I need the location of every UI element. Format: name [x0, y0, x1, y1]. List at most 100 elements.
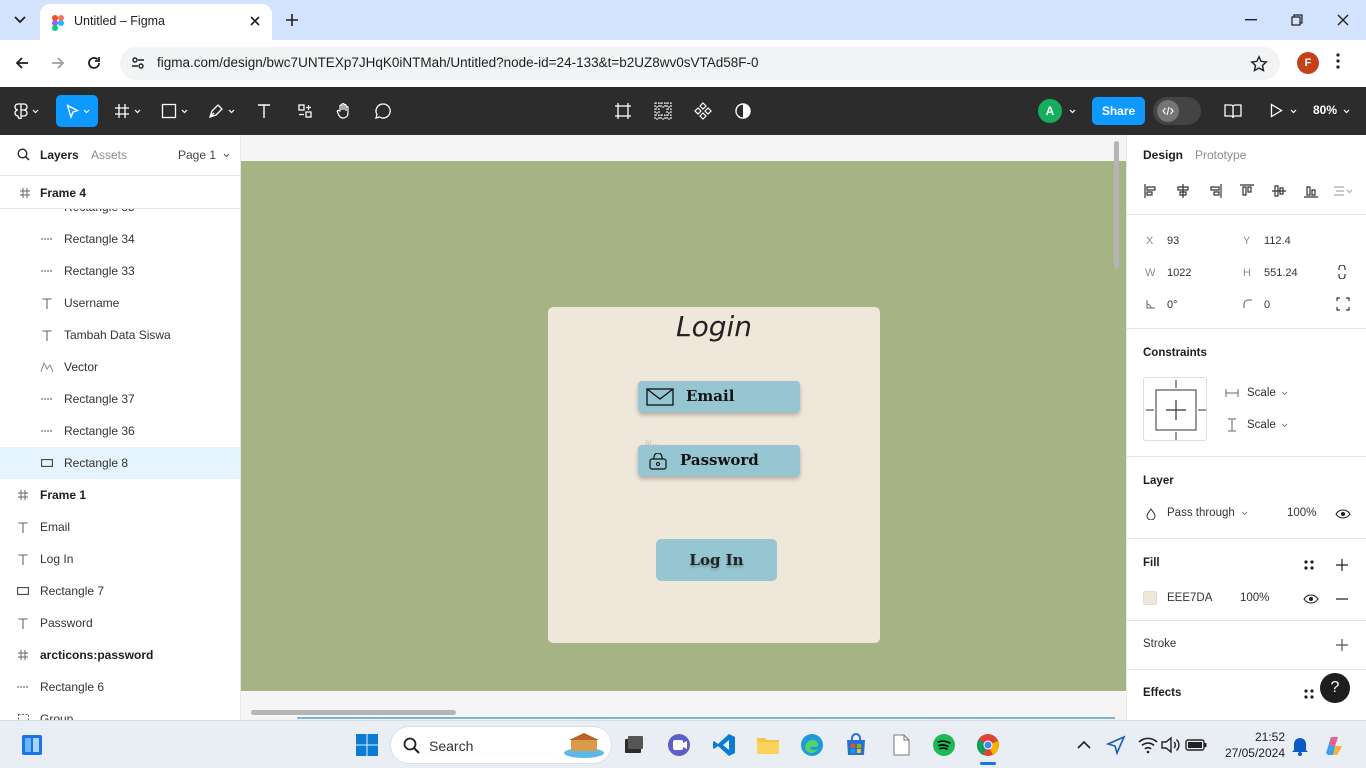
- back-icon[interactable]: [11, 52, 33, 74]
- align-vertical-center-icon[interactable]: [1271, 183, 1287, 199]
- components-button[interactable]: [694, 99, 712, 123]
- layer-row[interactable]: Email: [0, 511, 240, 543]
- vscode-icon[interactable]: [712, 733, 736, 757]
- pen-tool[interactable]: [208, 99, 235, 123]
- contrast-button[interactable]: [734, 99, 752, 123]
- layer-row[interactable]: Rectangle 8: [0, 447, 240, 479]
- browser-menu-icon[interactable]: [1336, 53, 1340, 69]
- spotify-icon[interactable]: [932, 733, 956, 757]
- vertical-scrollbar[interactable]: [1114, 141, 1119, 269]
- fill-opacity-input[interactable]: 100%: [1240, 592, 1269, 604]
- chevron-down-icon[interactable]: [1241, 511, 1248, 516]
- x-input[interactable]: 93: [1167, 235, 1179, 247]
- remove-fill-icon[interactable]: [1336, 598, 1348, 600]
- layer-row[interactable]: Username: [0, 287, 240, 319]
- site-info-icon[interactable]: [130, 55, 146, 71]
- tab-layers[interactable]: Layers: [40, 148, 79, 162]
- resources-tool[interactable]: [297, 99, 313, 123]
- y-input[interactable]: 112.4: [1264, 235, 1291, 247]
- wifi-icon[interactable]: [1136, 733, 1160, 757]
- eye-icon[interactable]: [1303, 594, 1319, 604]
- shape-tool[interactable]: [161, 99, 188, 123]
- tab-design[interactable]: Design: [1143, 148, 1183, 162]
- microsoft-store-icon[interactable]: [844, 733, 868, 757]
- fill-hex-input[interactable]: EEE7DA: [1167, 592, 1212, 604]
- fill-color-swatch[interactable]: [1143, 591, 1157, 605]
- constraints-widget[interactable]: [1143, 377, 1207, 441]
- blend-mode-select[interactable]: Pass through: [1167, 507, 1235, 519]
- add-stroke-icon[interactable]: [1336, 639, 1348, 651]
- layer-row[interactable]: arcticons:password: [0, 639, 240, 671]
- file-explorer-icon[interactable]: [756, 733, 780, 757]
- password-field[interactable]: Password: [638, 445, 800, 476]
- copilot-icon[interactable]: [1322, 733, 1346, 757]
- align-bottom-icon[interactable]: [1303, 183, 1319, 199]
- layer-row[interactable]: Rectangle 37: [0, 383, 240, 415]
- layer-row[interactable]: Rectangle 36: [0, 415, 240, 447]
- restore-icon[interactable]: [1274, 0, 1320, 40]
- system-clock[interactable]: 21:52 27/05/2024: [1221, 729, 1285, 761]
- taskbar-search-input[interactable]: Search: [390, 726, 612, 764]
- forward-icon[interactable]: [47, 52, 69, 74]
- help-button[interactable]: ?: [1320, 673, 1350, 703]
- share-button[interactable]: Share: [1092, 97, 1145, 125]
- align-horizontal-center-icon[interactable]: [1175, 183, 1191, 199]
- layer-row[interactable]: Rectangle 7: [0, 575, 240, 607]
- dev-mode-toggle[interactable]: [1153, 97, 1201, 125]
- comment-tool[interactable]: [374, 99, 392, 123]
- zoom-level[interactable]: 80%: [1313, 103, 1337, 117]
- task-view-icon[interactable]: [622, 733, 646, 757]
- volume-icon[interactable]: [1159, 733, 1183, 757]
- tab-search-icon[interactable]: [10, 10, 30, 30]
- tab-prototype[interactable]: Prototype: [1195, 148, 1246, 162]
- frame-tool[interactable]: [114, 99, 141, 123]
- hand-tool[interactable]: [335, 99, 353, 123]
- library-book-icon[interactable]: [1224, 103, 1242, 119]
- location-icon[interactable]: [1104, 733, 1128, 757]
- add-fill-icon[interactable]: [1336, 559, 1348, 571]
- align-top-icon[interactable]: [1239, 183, 1255, 199]
- close-window-icon[interactable]: [1320, 0, 1366, 40]
- height-input[interactable]: 551.24: [1264, 267, 1298, 279]
- chevron-down-icon[interactable]: [1069, 109, 1076, 114]
- chrome-icon[interactable]: [976, 733, 1000, 757]
- corner-radius-input[interactable]: 0: [1264, 299, 1270, 311]
- url-field[interactable]: figma.com/design/bwc7UNTEXp7JHqK0iNTMah/…: [120, 47, 1280, 80]
- layer-row[interactable]: Rectangle 33: [0, 255, 240, 287]
- layer-row[interactable]: Password: [0, 607, 240, 639]
- present-play-icon[interactable]: [1270, 103, 1283, 118]
- width-input[interactable]: 1022: [1167, 267, 1191, 279]
- design-canvas[interactable]: Login Email ar... Password Log In: [241, 135, 1126, 720]
- frame-4[interactable]: Login Email ar... Password Log In: [241, 161, 1126, 691]
- bookmark-star-icon[interactable]: [1250, 55, 1268, 73]
- edge-icon[interactable]: [800, 733, 824, 757]
- teams-chat-icon[interactable]: [667, 733, 691, 757]
- windows-start-icon[interactable]: [355, 733, 379, 757]
- chevron-down-icon[interactable]: [1290, 109, 1297, 114]
- styles-grid-icon[interactable]: [1303, 688, 1315, 700]
- transform-button[interactable]: [614, 99, 632, 123]
- rotation-input[interactable]: 0°: [1167, 299, 1178, 311]
- chevron-down-icon[interactable]: [1281, 391, 1288, 396]
- login-button[interactable]: Log In: [656, 539, 777, 581]
- chevron-down-icon[interactable]: [1281, 423, 1288, 428]
- vertical-constraint-select[interactable]: Scale: [1247, 419, 1276, 431]
- minimize-icon[interactable]: [1228, 0, 1274, 40]
- search-icon[interactable]: [17, 148, 30, 161]
- widgets-icon[interactable]: [20, 733, 44, 757]
- styles-grid-icon[interactable]: [1303, 559, 1315, 571]
- tab-assets[interactable]: Assets: [91, 148, 127, 162]
- frame-4-header[interactable]: Frame 4: [0, 175, 240, 209]
- email-field[interactable]: Email: [638, 381, 800, 412]
- battery-icon[interactable]: [1184, 733, 1208, 757]
- eye-icon[interactable]: [1335, 509, 1351, 519]
- browser-tab[interactable]: Untitled – Figma: [40, 4, 272, 40]
- horizontal-constraint-select[interactable]: Scale: [1247, 387, 1276, 399]
- layer-row[interactable]: Group: [0, 703, 240, 720]
- grid-button[interactable]: [654, 99, 672, 123]
- profile-avatar[interactable]: F: [1297, 52, 1319, 74]
- login-card[interactable]: Login Email ar... Password Log In: [548, 307, 880, 643]
- layer-row[interactable]: Rectangle 34: [0, 223, 240, 255]
- text-tool[interactable]: [256, 99, 272, 123]
- notification-bell-icon[interactable]: [1288, 733, 1312, 757]
